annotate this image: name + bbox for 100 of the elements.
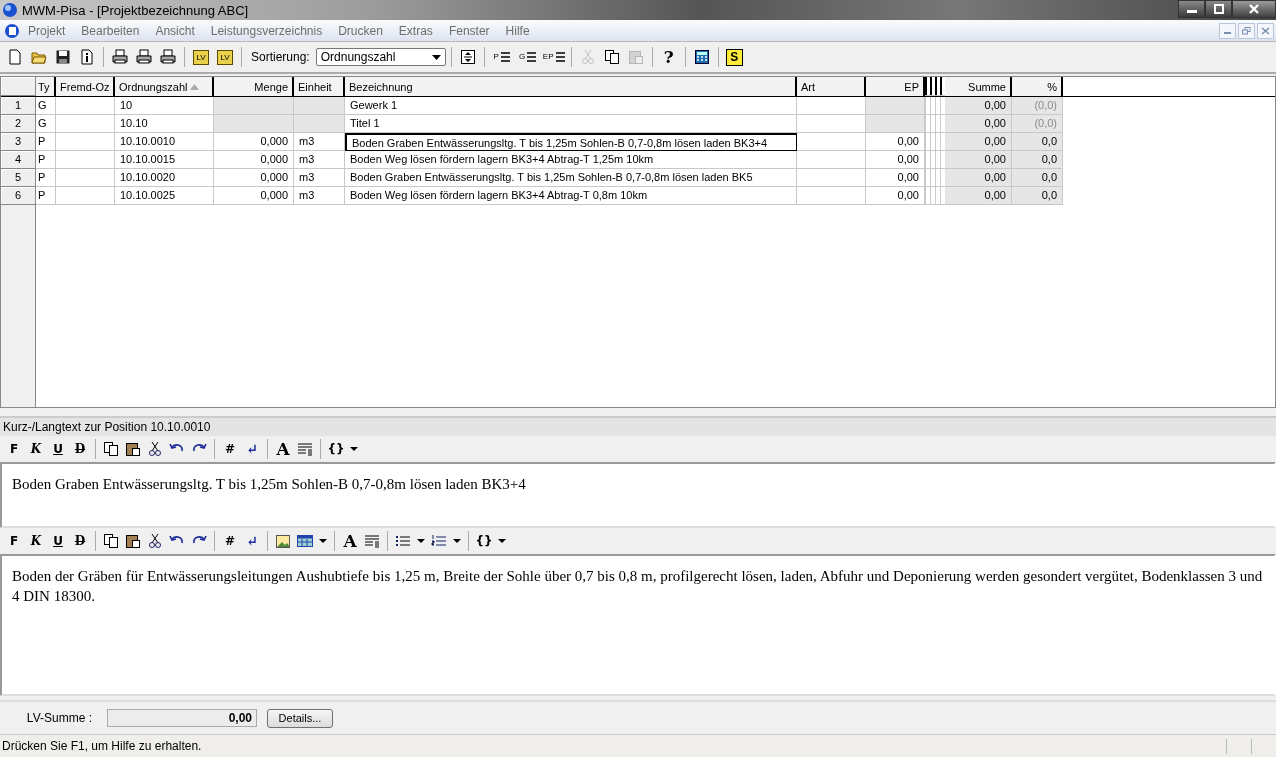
- return-button[interactable]: ↵: [242, 439, 262, 459]
- minimize-button[interactable]: [1178, 0, 1205, 18]
- row-header[interactable]: 6: [1, 187, 36, 205]
- printer-icon: [112, 49, 128, 65]
- table-cell: G: [36, 97, 56, 115]
- paragraph-icon: [363, 533, 381, 549]
- glyph-button[interactable]: {}: [326, 439, 346, 459]
- table-cell: (0,0): [1012, 115, 1063, 133]
- menu-item[interactable]: Bearbeiten: [73, 23, 148, 38]
- menu-item[interactable]: Ansicht: [147, 23, 203, 38]
- bold-button[interactable]: F: [4, 439, 24, 459]
- glyph-button[interactable]: #: [220, 531, 240, 551]
- row-header[interactable]: 3: [1, 133, 36, 151]
- menu-item[interactable]: Drucken: [330, 23, 391, 38]
- strike-button[interactable]: D: [70, 531, 90, 551]
- row-header[interactable]: 5: [1, 169, 36, 187]
- column-header[interactable]: Summe: [945, 77, 1012, 96]
- restore-icon: [1242, 26, 1251, 35]
- column-header[interactable]: Art: [797, 77, 866, 96]
- expand-icon: [459, 49, 476, 65]
- table-cell: [797, 151, 866, 169]
- details-button[interactable]: Details...: [267, 708, 333, 728]
- help-button[interactable]: ?: [657, 46, 680, 68]
- list-lines-icon: [499, 50, 510, 64]
- header-corner[interactable]: [1, 77, 36, 96]
- numbered-list-icon: [430, 533, 448, 549]
- menu-item[interactable]: Hilfe: [497, 23, 538, 38]
- caret-icon: [453, 539, 461, 543]
- table-cell: [56, 151, 115, 169]
- table-cell: (0,0): [1012, 97, 1063, 115]
- strike-button[interactable]: D: [70, 439, 90, 459]
- column-header[interactable]: Ty: [36, 77, 56, 96]
- column-header[interactable]: EP: [866, 77, 925, 96]
- printer-icon: [160, 49, 176, 65]
- menu-item[interactable]: Leistungsverzeichnis: [202, 23, 331, 38]
- column-header[interactable]: Fremd-Oz: [56, 77, 115, 96]
- glyph-button[interactable]: #: [220, 439, 240, 459]
- copy-icon: [102, 533, 120, 549]
- image-icon: [274, 533, 292, 549]
- column-header[interactable]: Menge: [214, 77, 294, 96]
- calculator-icon: [693, 49, 710, 65]
- clipboard-icon: [124, 533, 142, 549]
- font-button[interactable]: A: [340, 531, 360, 551]
- list-view-button[interactable]: EP: [541, 46, 566, 68]
- list-view-button[interactable]: G: [515, 46, 540, 68]
- underline-button[interactable]: U: [48, 439, 68, 459]
- table-cell: [866, 97, 925, 115]
- table-cell: m3: [294, 169, 345, 187]
- table-cell: P: [36, 133, 56, 151]
- document-icon[interactable]: [4, 22, 20, 39]
- caret-icon: [350, 447, 358, 451]
- copy-button[interactable]: [101, 439, 121, 459]
- table-cell: m3: [294, 151, 345, 169]
- close-button[interactable]: [1232, 0, 1276, 18]
- italic-button[interactable]: K: [26, 531, 46, 551]
- menu-item[interactable]: Fenster: [440, 23, 498, 38]
- s-logo-button[interactable]: S: [725, 48, 743, 66]
- table-cell: G: [36, 115, 56, 133]
- short-text-editor[interactable]: Boden Graben Entwässerungsltg. T bis 1,25m Sohlen-B 0,7-0,8m lösen laden BK3+4: [0, 462, 1276, 528]
- font-button[interactable]: A: [273, 439, 293, 459]
- glyph-button[interactable]: {}: [474, 531, 494, 551]
- table-cell: P: [36, 187, 56, 205]
- status-text: Drücken Sie F1, um Hilfe zu erhalten.: [1, 739, 203, 753]
- row-header[interactable]: 1: [1, 97, 36, 115]
- column-header[interactable]: Ordnungszahl: [115, 77, 214, 96]
- close-icon: [1248, 4, 1260, 14]
- table-cell: [56, 97, 115, 115]
- table-cell: [56, 133, 115, 151]
- sort-dropdown[interactable]: Ordnungszahl: [315, 48, 446, 66]
- table-icon: [296, 533, 314, 549]
- document-info-icon: [79, 49, 95, 65]
- table-cell: [797, 169, 866, 187]
- row-header[interactable]: 4: [1, 151, 36, 169]
- row-header[interactable]: 2: [1, 115, 36, 133]
- copy-button[interactable]: [101, 531, 121, 551]
- table-cell: 10.10.0015: [115, 151, 214, 169]
- italic-button[interactable]: K: [26, 439, 46, 459]
- column-header[interactable]: %: [1012, 77, 1063, 96]
- table-cell: 10.10.0025: [115, 187, 214, 205]
- table-cell: Boden Graben Entwässerungsltg. T bis 1,25m Sohlen-B 0,7-0,8m lösen laden BK5: [345, 169, 797, 187]
- column-header[interactable]: Bezeichnung: [345, 77, 797, 96]
- list-view-button[interactable]: P: [489, 46, 514, 68]
- return-button[interactable]: ↵: [242, 531, 262, 551]
- bold-button[interactable]: F: [4, 531, 24, 551]
- menu-item[interactable]: Extras: [390, 23, 441, 38]
- table-cell: [797, 133, 866, 151]
- long-text-editor[interactable]: Boden der Gräben für Entwässerungsleitungen Aushubtiefe bis 1,25 m, Breite der Sohle über 0,7 bis 0,8 m, profilgerecht lösen, laden, Abfuhr und Deponierung werden gesondert vergütet, Bodenklassen 3 und 4 DIN 18300.: [0, 554, 1276, 696]
- table-cell: P: [36, 169, 56, 187]
- table-cell: 0,0: [1012, 133, 1063, 151]
- underline-button[interactable]: U: [48, 531, 68, 551]
- caret-icon: [417, 539, 425, 543]
- table-cell: [866, 115, 925, 133]
- paragraph-icon: [296, 441, 314, 457]
- menu-item[interactable]: Projekt: [20, 23, 74, 38]
- minimize-icon: [1224, 32, 1231, 34]
- table-cell: Boden Weg lösen fördern lagern BK3+4 Abtrag-T 1,25m 10km: [345, 151, 797, 169]
- maximize-button[interactable]: [1205, 0, 1232, 18]
- table-cell: 0,00: [945, 169, 1012, 187]
- column-header[interactable]: Einheit: [294, 77, 345, 96]
- table-cell: 0,000: [214, 151, 294, 169]
